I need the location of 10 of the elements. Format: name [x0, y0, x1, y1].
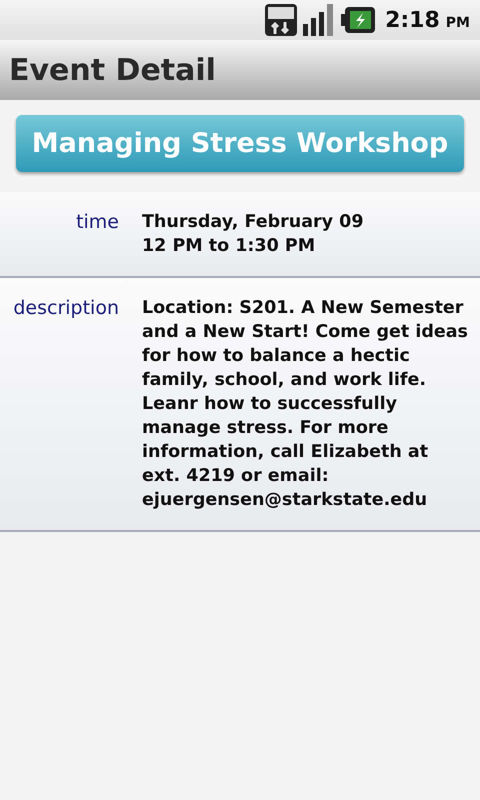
- clock-period: PM: [446, 15, 470, 31]
- field-value: Location: S201. A New Semester and a New Start! Come get ideas for how to balance a hectic family, school, and work life. Leanr how to successfully manage stress. For more information, call Elizabeth at ext. 4219 or email: ejuergensen@starkstate.edu: [142, 297, 469, 512]
- field-value: Thursday, February 09 12 PM to 1:30 PM: [142, 211, 365, 258]
- page-title: Event Detail: [9, 52, 216, 88]
- event-title-button[interactable]: Managing Stress Workshop: [16, 115, 464, 172]
- battery-icon: [341, 7, 376, 33]
- field-label: description: [12, 296, 120, 321]
- signal-icon: [303, 4, 336, 36]
- clock-time: 2:18: [385, 8, 440, 32]
- field-label: time: [75, 210, 120, 235]
